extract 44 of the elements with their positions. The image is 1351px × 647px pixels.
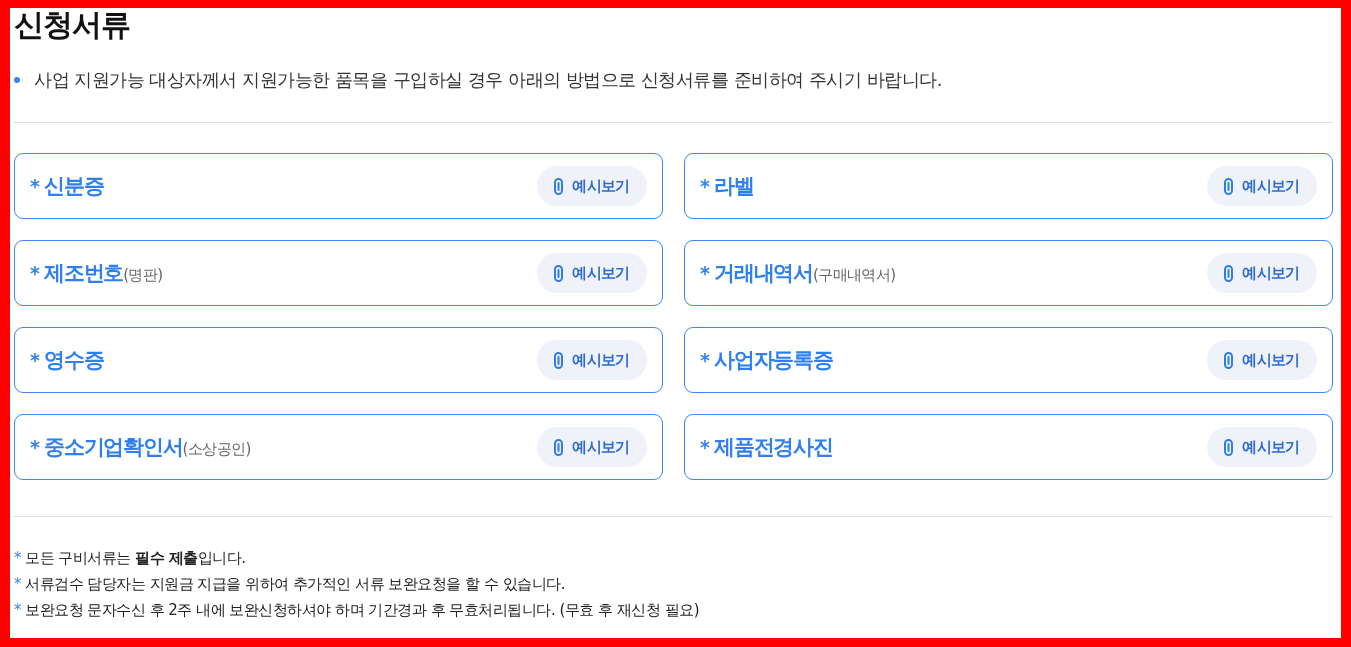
document-note: (명판) [123,266,163,285]
note-text: 보완요청 문자수신 후 2주 내에 보완신청하셔야 하며 기간경과 후 무효처리됩니다. (무효 후 재신청 필요) [25,600,699,621]
document-title: 신분증 [43,173,104,200]
document-title: 거래내역서 [713,260,813,287]
link-icon [554,177,564,195]
note-text: 서류검수 담당자는 지원금 지급을 위하여 추가적인 서류 보완요청을 할 수 있습니다. [25,574,565,595]
example-view-button[interactable]: 예시보기 [537,340,647,380]
example-view-button[interactable]: 예시보기 [1207,166,1317,206]
required-mark: * [30,436,40,458]
link-icon [1224,438,1234,456]
example-view-button[interactable]: 예시보기 [1207,427,1317,467]
document-title: 사업자등록증 [713,347,833,374]
example-view-button[interactable]: 예시보기 [1207,340,1317,380]
required-mark: * [700,436,710,458]
link-icon [554,351,564,369]
example-view-button[interactable]: 예시보기 [1207,253,1317,293]
document-note: (구매내역서) [812,266,896,285]
document-title: 중소기업확인서 [43,434,183,461]
required-mark: * [30,262,40,284]
required-mark: * [30,175,40,197]
example-view-button[interactable]: 예시보기 [537,427,647,467]
document-title: 영수증 [43,347,104,374]
example-view-button[interactable]: 예시보기 [537,166,647,206]
example-view-button[interactable]: 예시보기 [537,253,647,293]
link-icon [1224,351,1234,369]
link-icon [554,264,564,282]
note-text: 모든 구비서류는 필수 제출입니다. [25,548,246,569]
section-title: 신청서류 [14,8,131,42]
required-mark: * [700,262,710,284]
document-title: 라벨 [713,173,754,200]
document-note: (소상공인) [182,440,251,459]
bullet-icon [14,77,20,83]
asterisk-mark: * [14,600,21,621]
required-mark: * [700,349,710,371]
required-mark: * [30,349,40,371]
document-title: 제조번호 [43,260,124,287]
document-title: 제품전경사진 [713,434,833,461]
link-icon [1224,177,1234,195]
asterisk-mark: * [14,548,21,569]
link-icon [1224,264,1234,282]
asterisk-mark: * [14,574,21,595]
intro-text: 사업 지원가능 대상자께서 지원가능한 품목을 구입하실 경우 아래의 방법으로 신청서류를 준비하여 주시기 바랍니다. [34,68,942,92]
required-mark: * [700,175,710,197]
link-icon [554,438,564,456]
